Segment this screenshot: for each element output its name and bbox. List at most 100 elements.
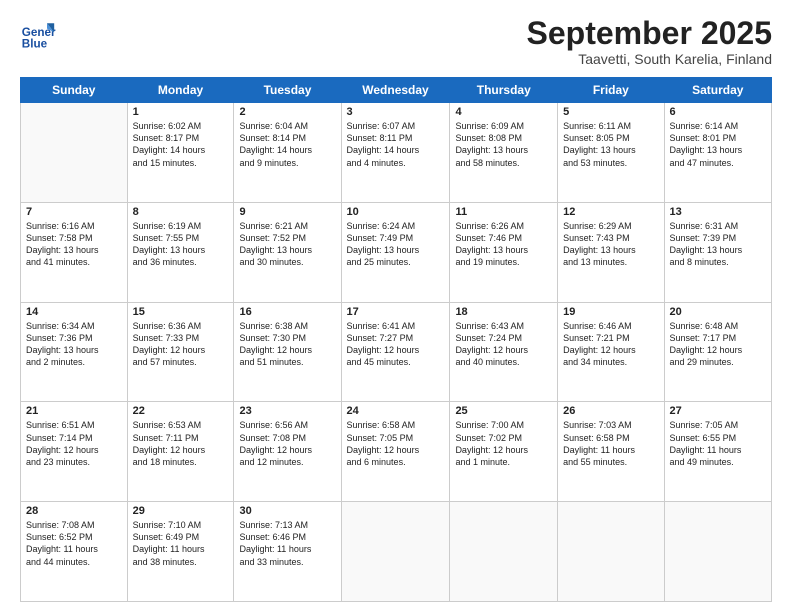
calendar-cell: 18 Sunrise: 6:43 AMSunset: 7:24 PMDayligh… — [450, 302, 558, 402]
day-info: Sunrise: 6:53 AMSunset: 7:11 PMDaylight:… — [133, 419, 229, 468]
day-info: Sunrise: 6:36 AMSunset: 7:33 PMDaylight:… — [133, 320, 229, 369]
calendar-cell: 5 Sunrise: 6:11 AMSunset: 8:05 PMDaylight… — [558, 103, 664, 203]
day-number: 20 — [670, 306, 766, 318]
day-info: Sunrise: 6:31 AMSunset: 7:39 PMDaylight:… — [670, 220, 766, 269]
day-number: 23 — [239, 405, 335, 417]
day-number: 14 — [26, 306, 122, 318]
weekday-header-friday: Friday — [558, 78, 664, 103]
calendar-cell: 10 Sunrise: 6:24 AMSunset: 7:49 PMDayligh… — [341, 202, 450, 302]
day-number: 24 — [347, 405, 445, 417]
title-block: September 2025 Taavetti, South Karelia, … — [527, 16, 772, 67]
calendar-cell: 16Sunrise: 6:38 AMSunset: 7:30 PMDayligh… — [234, 302, 341, 402]
calendar-cell: 11 Sunrise: 6:26 AMSunset: 7:46 PMDayligh… — [450, 202, 558, 302]
day-info: Sunrise: 6:48 AMSunset: 7:17 PMDaylight:… — [670, 320, 766, 369]
day-info: Sunrise: 6:14 AMSunset: 8:01 PMDaylight:… — [670, 120, 766, 169]
day-number: 5 — [563, 106, 658, 118]
day-number: 18 — [455, 306, 552, 318]
weekday-header-sunday: Sunday — [21, 78, 128, 103]
day-number: 3 — [347, 106, 445, 118]
day-info: Sunrise: 6:11 AMSunset: 8:05 PMDaylight:… — [563, 120, 658, 169]
calendar-cell: 3 Sunrise: 6:07 AMSunset: 8:11 PMDaylight… — [341, 103, 450, 203]
day-number: 21 — [26, 405, 122, 417]
calendar-cell: 22 Sunrise: 6:53 AMSunset: 7:11 PMDayligh… — [127, 402, 234, 502]
day-number: 4 — [455, 106, 552, 118]
logo: General Blue — [20, 16, 56, 52]
calendar-cell: 12 Sunrise: 6:29 AMSunset: 7:43 PMDayligh… — [558, 202, 664, 302]
day-info: Sunrise: 6:09 AMSunset: 8:08 PMDaylight:… — [455, 120, 552, 169]
day-number: 19 — [563, 306, 658, 318]
calendar-table: SundayMondayTuesdayWednesdayThursdayFrid… — [20, 77, 772, 602]
calendar-cell: 8 Sunrise: 6:19 AMSunset: 7:55 PMDaylight… — [127, 202, 234, 302]
day-number: 6 — [670, 106, 766, 118]
day-number: 11 — [455, 206, 552, 218]
day-info: Sunrise: 6:51 AMSunset: 7:14 PMDaylight:… — [26, 419, 122, 468]
calendar-cell — [21, 103, 128, 203]
day-number: 30 — [239, 505, 335, 517]
day-info: Sunrise: 7:00 AMSunset: 7:02 PMDaylight:… — [455, 419, 552, 468]
weekday-header-thursday: Thursday — [450, 78, 558, 103]
day-info: Sunrise: 6:38 AMSunset: 7:30 PMDaylight:… — [239, 320, 335, 369]
day-info: Sunrise: 6:19 AMSunset: 7:55 PMDaylight:… — [133, 220, 229, 269]
location-title: Taavetti, South Karelia, Finland — [527, 51, 772, 67]
calendar-cell: 28 Sunrise: 7:08 AMSunset: 6:52 PMDayligh… — [21, 502, 128, 602]
day-number: 29 — [133, 505, 229, 517]
calendar-cell: 1 Sunrise: 6:02 AMSunset: 8:17 PMDaylight… — [127, 103, 234, 203]
calendar-cell: 19 Sunrise: 6:46 AMSunset: 7:21 PMDayligh… — [558, 302, 664, 402]
calendar-cell: 21 Sunrise: 6:51 AMSunset: 7:14 PMDayligh… — [21, 402, 128, 502]
day-number: 1 — [133, 106, 229, 118]
svg-text:Blue: Blue — [22, 38, 48, 51]
day-number: 7 — [26, 206, 122, 218]
day-number: 12 — [563, 206, 658, 218]
logo-icon: General Blue — [20, 16, 56, 52]
day-info: Sunrise: 6:29 AMSunset: 7:43 PMDaylight:… — [563, 220, 658, 269]
calendar-cell: 2 Sunrise: 6:04 AMSunset: 8:14 PMDaylight… — [234, 103, 341, 203]
calendar-cell: 29Sunrise: 7:10 AMSunset: 6:49 PMDayligh… — [127, 502, 234, 602]
day-number: 25 — [455, 405, 552, 417]
day-info: Sunrise: 6:07 AMSunset: 8:11 PMDaylight:… — [347, 120, 445, 169]
calendar-cell — [664, 502, 771, 602]
month-title: September 2025 — [527, 16, 772, 51]
day-info: Sunrise: 6:24 AMSunset: 7:49 PMDaylight:… — [347, 220, 445, 269]
day-number: 8 — [133, 206, 229, 218]
calendar-cell: 7 Sunrise: 6:16 AMSunset: 7:58 PMDaylight… — [21, 202, 128, 302]
calendar-cell: 23 Sunrise: 6:56 AMSunset: 7:08 PMDayligh… — [234, 402, 341, 502]
calendar-cell — [341, 502, 450, 602]
day-info: Sunrise: 6:02 AMSunset: 8:17 PMDaylight:… — [133, 120, 229, 169]
calendar-cell: 26 Sunrise: 7:03 AMSunset: 6:58 PMDayligh… — [558, 402, 664, 502]
day-info: Sunrise: 7:08 AMSunset: 6:52 PMDaylight:… — [26, 519, 122, 568]
calendar-cell: 15 Sunrise: 6:36 AMSunset: 7:33 PMDayligh… — [127, 302, 234, 402]
calendar-cell: 17 Sunrise: 6:41 AMSunset: 7:27 PMDayligh… — [341, 302, 450, 402]
day-number: 28 — [26, 505, 122, 517]
day-info: Sunrise: 6:16 AMSunset: 7:58 PMDaylight:… — [26, 220, 122, 269]
day-number: 9 — [239, 206, 335, 218]
calendar-cell: 9Sunrise: 6:21 AMSunset: 7:52 PMDaylight… — [234, 202, 341, 302]
calendar-cell: 24 Sunrise: 6:58 AMSunset: 7:05 PMDayligh… — [341, 402, 450, 502]
calendar-cell — [558, 502, 664, 602]
weekday-header-tuesday: Tuesday — [234, 78, 341, 103]
day-info: Sunrise: 7:13 AMSunset: 6:46 PMDaylight:… — [239, 519, 335, 568]
day-number: 17 — [347, 306, 445, 318]
calendar-cell: 25 Sunrise: 7:00 AMSunset: 7:02 PMDayligh… — [450, 402, 558, 502]
calendar-cell: 27 Sunrise: 7:05 AMSunset: 6:55 PMDayligh… — [664, 402, 771, 502]
day-number: 10 — [347, 206, 445, 218]
day-info: Sunrise: 7:03 AMSunset: 6:58 PMDaylight:… — [563, 419, 658, 468]
day-info: Sunrise: 6:34 AMSunset: 7:36 PMDaylight:… — [26, 320, 122, 369]
day-info: Sunrise: 6:26 AMSunset: 7:46 PMDaylight:… — [455, 220, 552, 269]
day-info: Sunrise: 6:46 AMSunset: 7:21 PMDaylight:… — [563, 320, 658, 369]
day-info: Sunrise: 6:04 AMSunset: 8:14 PMDaylight:… — [239, 120, 335, 169]
calendar-cell — [450, 502, 558, 602]
calendar-cell: 20 Sunrise: 6:48 AMSunset: 7:17 PMDayligh… — [664, 302, 771, 402]
day-info: Sunrise: 6:41 AMSunset: 7:27 PMDaylight:… — [347, 320, 445, 369]
day-number: 27 — [670, 405, 766, 417]
weekday-header-saturday: Saturday — [664, 78, 771, 103]
day-number: 15 — [133, 306, 229, 318]
calendar-cell: 14 Sunrise: 6:34 AMSunset: 7:36 PMDayligh… — [21, 302, 128, 402]
day-info: Sunrise: 6:56 AMSunset: 7:08 PMDaylight:… — [239, 419, 335, 468]
day-number: 22 — [133, 405, 229, 417]
day-number: 26 — [563, 405, 658, 417]
day-number: 2 — [239, 106, 335, 118]
day-number: 13 — [670, 206, 766, 218]
day-info: Sunrise: 6:58 AMSunset: 7:05 PMDaylight:… — [347, 419, 445, 468]
day-info: Sunrise: 6:43 AMSunset: 7:24 PMDaylight:… — [455, 320, 552, 369]
day-info: Sunrise: 7:05 AMSunset: 6:55 PMDaylight:… — [670, 419, 766, 468]
